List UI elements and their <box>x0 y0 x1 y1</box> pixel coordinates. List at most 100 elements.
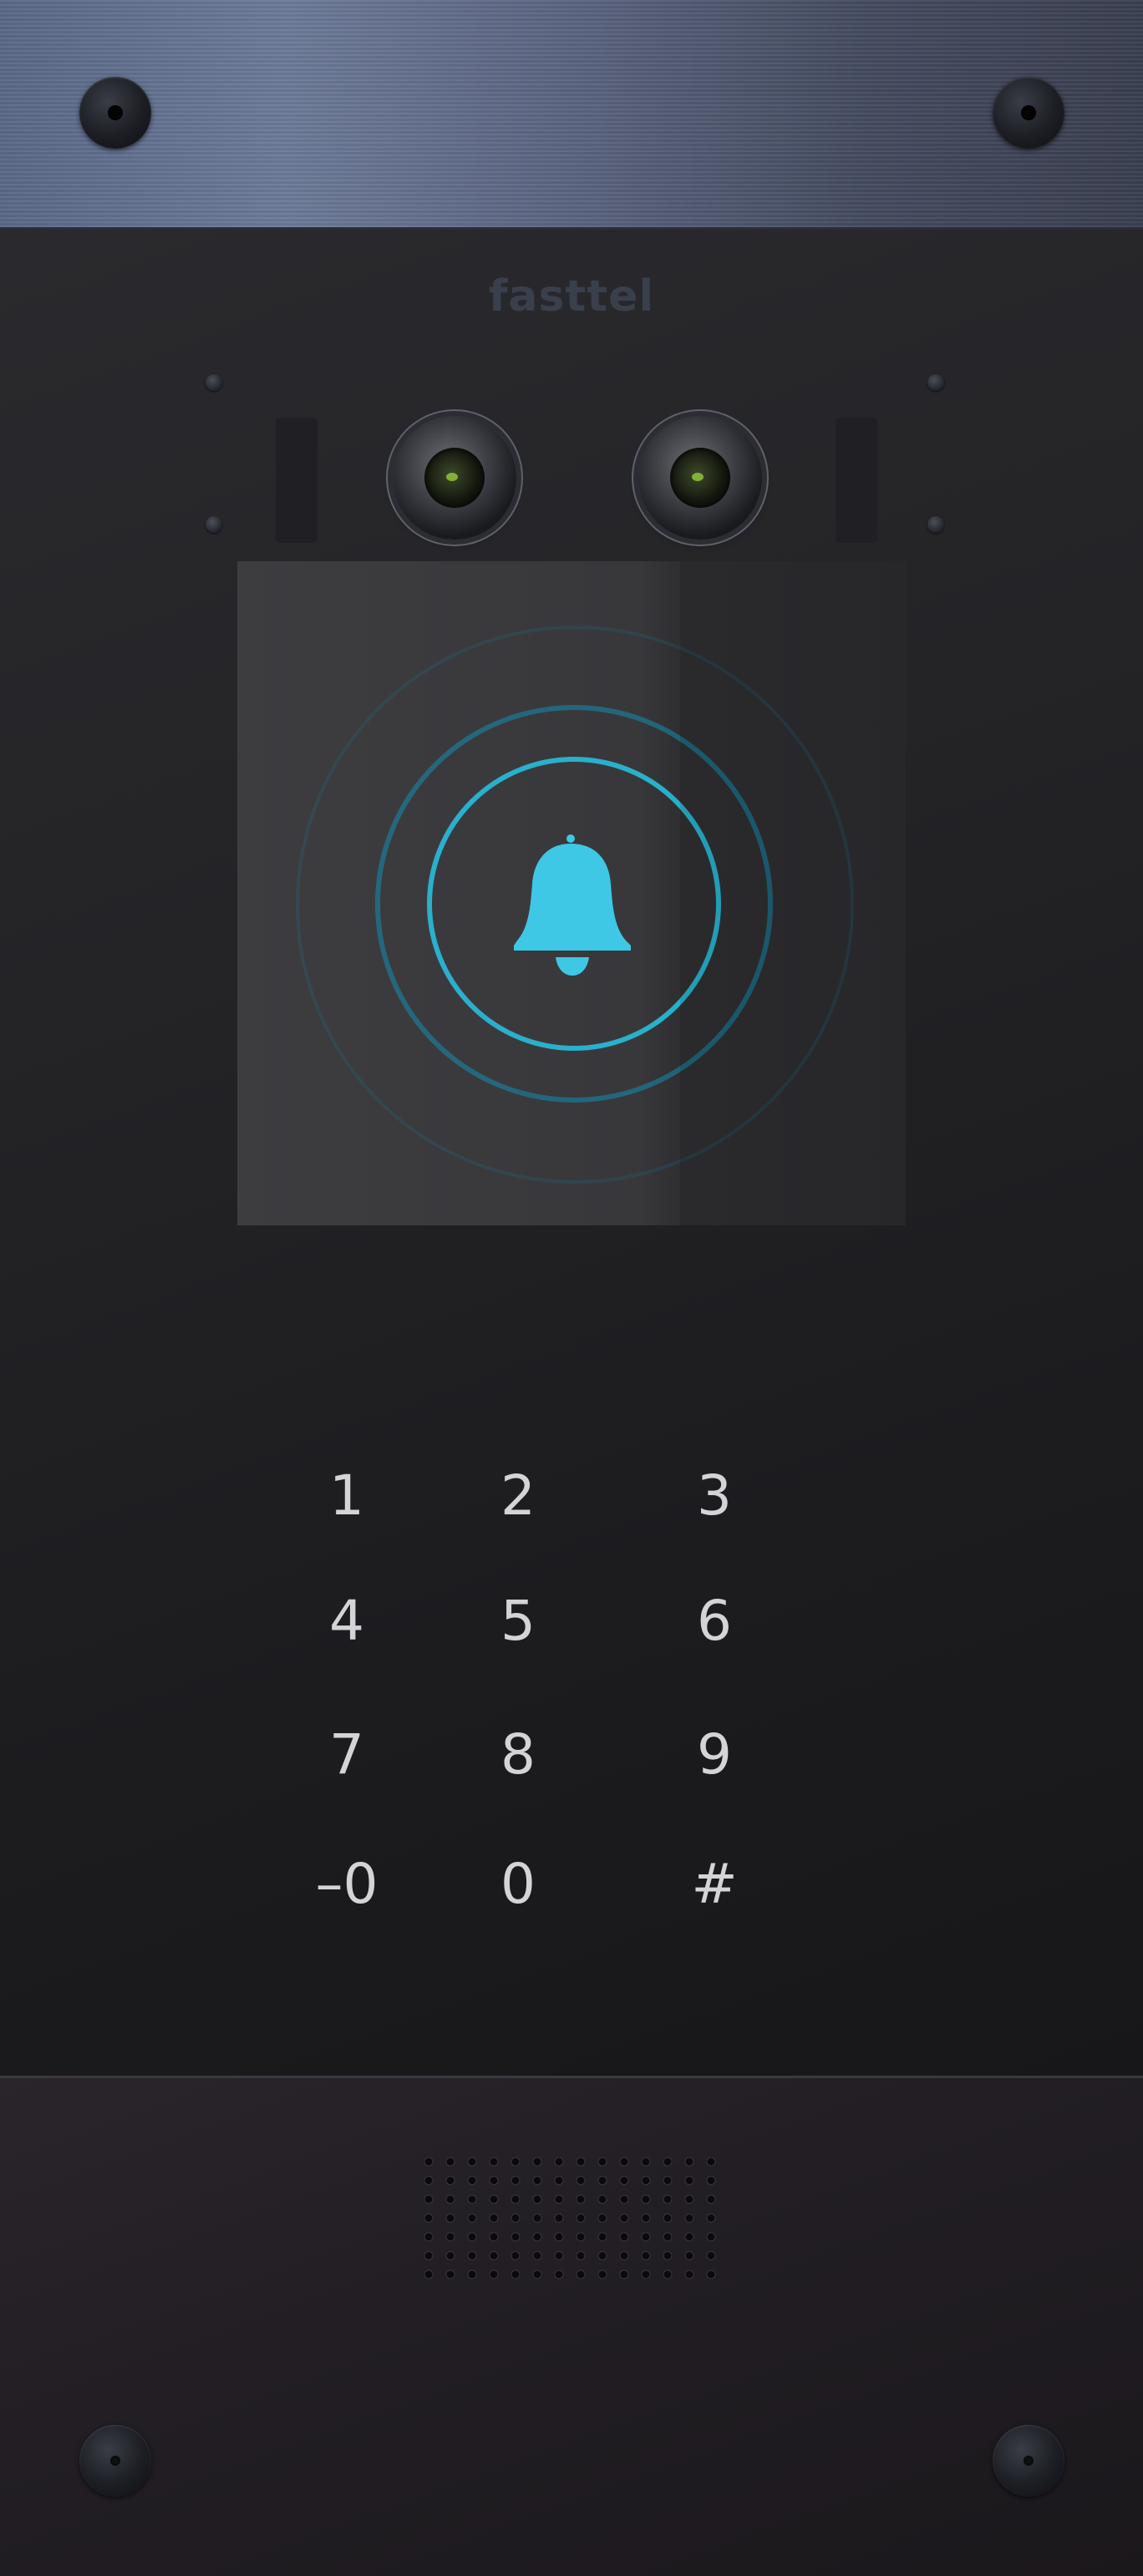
speaker-hole <box>641 2251 651 2260</box>
speaker-hole <box>619 2251 629 2260</box>
speaker-grille <box>424 2157 716 2279</box>
speaker-hole <box>554 2269 564 2279</box>
speaker-hole <box>684 2251 694 2260</box>
ir-sensor-right <box>836 418 877 543</box>
speaker-hole <box>511 2251 521 2260</box>
speaker-hole <box>619 2176 629 2185</box>
speaker-hole <box>684 2194 694 2204</box>
speaker-hole <box>597 2213 607 2223</box>
speaker-hole <box>706 2251 716 2260</box>
speaker-hole <box>511 2232 521 2242</box>
speaker-hole <box>554 2251 564 2260</box>
speaker-hole <box>597 2194 607 2204</box>
speaker-hole <box>489 2213 499 2223</box>
key-0[interactable]: 0 <box>460 1838 577 1929</box>
speaker-hole <box>619 2157 629 2167</box>
speaker-hole <box>663 2251 673 2260</box>
speaker-hole <box>641 2176 651 2185</box>
key-5[interactable]: 5 <box>460 1575 577 1666</box>
speaker-hole <box>424 2194 434 2204</box>
speaker-hole <box>641 2269 651 2279</box>
key-3[interactable]: 3 <box>656 1449 773 1541</box>
speaker-hole <box>445 2176 455 2185</box>
sensor-dot <box>206 516 222 533</box>
speaker-hole <box>467 2176 477 2185</box>
speaker-hole <box>663 2232 673 2242</box>
speaker-hole <box>532 2157 542 2167</box>
speaker-hole <box>706 2157 716 2167</box>
speaker-hole <box>467 2251 477 2260</box>
speaker-hole <box>511 2157 521 2167</box>
speaker-hole <box>663 2194 673 2204</box>
speaker-hole <box>445 2269 455 2279</box>
camera-lens-right <box>638 416 762 540</box>
speaker-hole <box>597 2176 607 2185</box>
speaker-hole <box>554 2213 564 2223</box>
sensor-dot <box>927 516 944 533</box>
speaker-hole <box>467 2213 477 2223</box>
speaker-hole <box>576 2194 586 2204</box>
speaker-hole <box>532 2176 542 2185</box>
speaker-hole <box>597 2251 607 2260</box>
speaker-hole <box>706 2176 716 2185</box>
speaker-hole <box>445 2157 455 2167</box>
speaker-hole <box>554 2176 564 2185</box>
intercom-device: fasttel 1 2 3 4 5 6 7 8 9 –0 0 # <box>0 0 1143 2576</box>
camera-lens-left <box>393 416 516 540</box>
speaker-hole <box>532 2194 542 2204</box>
key-9[interactable]: 9 <box>656 1708 773 1800</box>
speaker-hole <box>532 2251 542 2260</box>
display-screen <box>237 561 906 1225</box>
speaker-hole <box>684 2232 694 2242</box>
speaker-hole <box>706 2269 716 2279</box>
speaker-hole <box>532 2213 542 2223</box>
speaker-hole <box>663 2269 673 2279</box>
key-7[interactable]: 7 <box>288 1708 405 1800</box>
speaker-hole <box>641 2157 651 2167</box>
speaker-hole <box>511 2194 521 2204</box>
speaker-hole <box>467 2194 477 2204</box>
speaker-hole <box>663 2157 673 2167</box>
speaker-hole <box>576 2251 586 2260</box>
bell-icon[interactable] <box>507 834 638 981</box>
brand-logo: fasttel <box>488 271 655 322</box>
speaker-hole <box>467 2269 477 2279</box>
speaker-hole <box>576 2157 586 2167</box>
speaker-hole <box>467 2232 477 2242</box>
speaker-hole <box>532 2269 542 2279</box>
speaker-hole <box>684 2213 694 2223</box>
speaker-hole <box>489 2194 499 2204</box>
key-2[interactable]: 2 <box>460 1449 577 1541</box>
speaker-hole <box>597 2232 607 2242</box>
top-plate <box>0 0 1143 230</box>
speaker-hole <box>445 2232 455 2242</box>
key-4[interactable]: 4 <box>288 1575 405 1666</box>
speaker-hole <box>424 2213 434 2223</box>
speaker-hole <box>424 2269 434 2279</box>
speaker-hole <box>576 2269 586 2279</box>
ir-sensor-left <box>276 418 318 543</box>
speaker-hole <box>511 2213 521 2223</box>
key-6[interactable]: 6 <box>656 1575 773 1666</box>
speaker-hole <box>663 2176 673 2185</box>
bottom-plate <box>0 2076 1143 2576</box>
speaker-hole <box>619 2213 629 2223</box>
speaker-hole <box>684 2157 694 2167</box>
key-1[interactable]: 1 <box>288 1449 405 1541</box>
key-hash[interactable]: # <box>656 1838 773 1929</box>
speaker-hole <box>445 2194 455 2204</box>
key-8[interactable]: 8 <box>460 1708 577 1800</box>
speaker-hole <box>619 2269 629 2279</box>
speaker-hole <box>554 2157 564 2167</box>
speaker-hole <box>424 2251 434 2260</box>
key-star[interactable]: –0 <box>288 1838 405 1929</box>
speaker-hole <box>489 2251 499 2260</box>
speaker-hole <box>554 2232 564 2242</box>
sensor-dot <box>206 374 222 391</box>
speaker-hole <box>684 2269 694 2279</box>
speaker-hole <box>511 2269 521 2279</box>
speaker-hole <box>424 2157 434 2167</box>
speaker-hole <box>663 2213 673 2223</box>
speaker-hole <box>576 2176 586 2185</box>
speaker-hole <box>489 2232 499 2242</box>
